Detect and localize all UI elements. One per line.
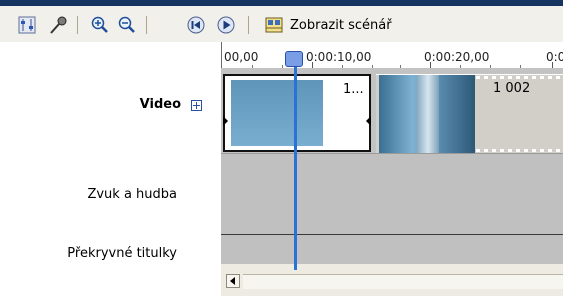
expand-video-track-icon[interactable]	[191, 100, 202, 111]
play-timeline-button[interactable]	[216, 15, 236, 35]
ruler-tick-label: 0:00:20,00	[424, 50, 490, 64]
show-storyboard-button[interactable]	[264, 15, 284, 35]
ruler-tick-label: 0:0	[546, 50, 563, 64]
track-labels-column: Video Zvuk a hudba Překryvné titulky	[0, 42, 221, 296]
audio-track-label: Zvuk a hudba	[87, 187, 177, 202]
ruler-tick-label: 0:00:10,00	[306, 50, 372, 64]
set-audio-levels-icon	[18, 16, 36, 34]
zoom-in-button[interactable]	[90, 15, 110, 35]
clip-thumbnail	[379, 75, 475, 153]
rewind-timeline-icon	[187, 16, 205, 34]
title-overlay-track[interactable]	[221, 234, 563, 265]
timeline-ruler[interactable]: 00,00 0:00:10,00 0:00:20,00 0:0	[221, 42, 563, 68]
ruler-tick-label: 00,00	[224, 50, 259, 64]
scrollbar-track[interactable]	[243, 274, 563, 289]
video-track[interactable]: 1... 1 002	[221, 68, 563, 153]
play-timeline-icon	[217, 16, 235, 34]
title-overlay-track-label: Překryvné titulky	[67, 246, 177, 261]
set-audio-levels-button[interactable]	[17, 15, 37, 35]
rewind-timeline-button[interactable]	[186, 15, 206, 35]
playhead-line	[294, 58, 297, 270]
film-perforation	[476, 149, 563, 152]
toolbar-separator	[248, 16, 249, 34]
transition-marker-icon	[366, 116, 371, 126]
clip-name: 1 002	[493, 81, 531, 96]
storyboard-icon	[265, 17, 283, 33]
toolbar-separator	[146, 16, 147, 34]
narrate-timeline-icon	[50, 16, 67, 34]
clip-thumbnail	[231, 80, 323, 146]
film-perforation	[476, 76, 563, 79]
scroll-left-icon[interactable]	[226, 274, 240, 288]
transition-marker-icon	[223, 116, 228, 126]
clip-thumbnail-detail	[417, 75, 439, 153]
zoom-in-icon	[91, 16, 108, 33]
toolbar-separator	[77, 16, 78, 34]
narrate-timeline-button[interactable]	[48, 15, 68, 35]
video-clip[interactable]: 1...	[223, 74, 371, 152]
playhead-handle[interactable]	[285, 51, 303, 67]
audio-music-track[interactable]	[221, 153, 563, 235]
clip-name: 1...	[343, 82, 364, 97]
zoom-out-icon	[118, 16, 135, 33]
zoom-out-button[interactable]	[117, 15, 137, 35]
video-track-label: Video	[139, 97, 181, 112]
timeline-toolbar: Zobrazit scénář	[0, 6, 563, 43]
video-clip[interactable]: 1 002	[376, 74, 563, 153]
show-storyboard-label[interactable]: Zobrazit scénář	[290, 18, 392, 33]
horizontal-scrollbar[interactable]	[221, 264, 563, 296]
